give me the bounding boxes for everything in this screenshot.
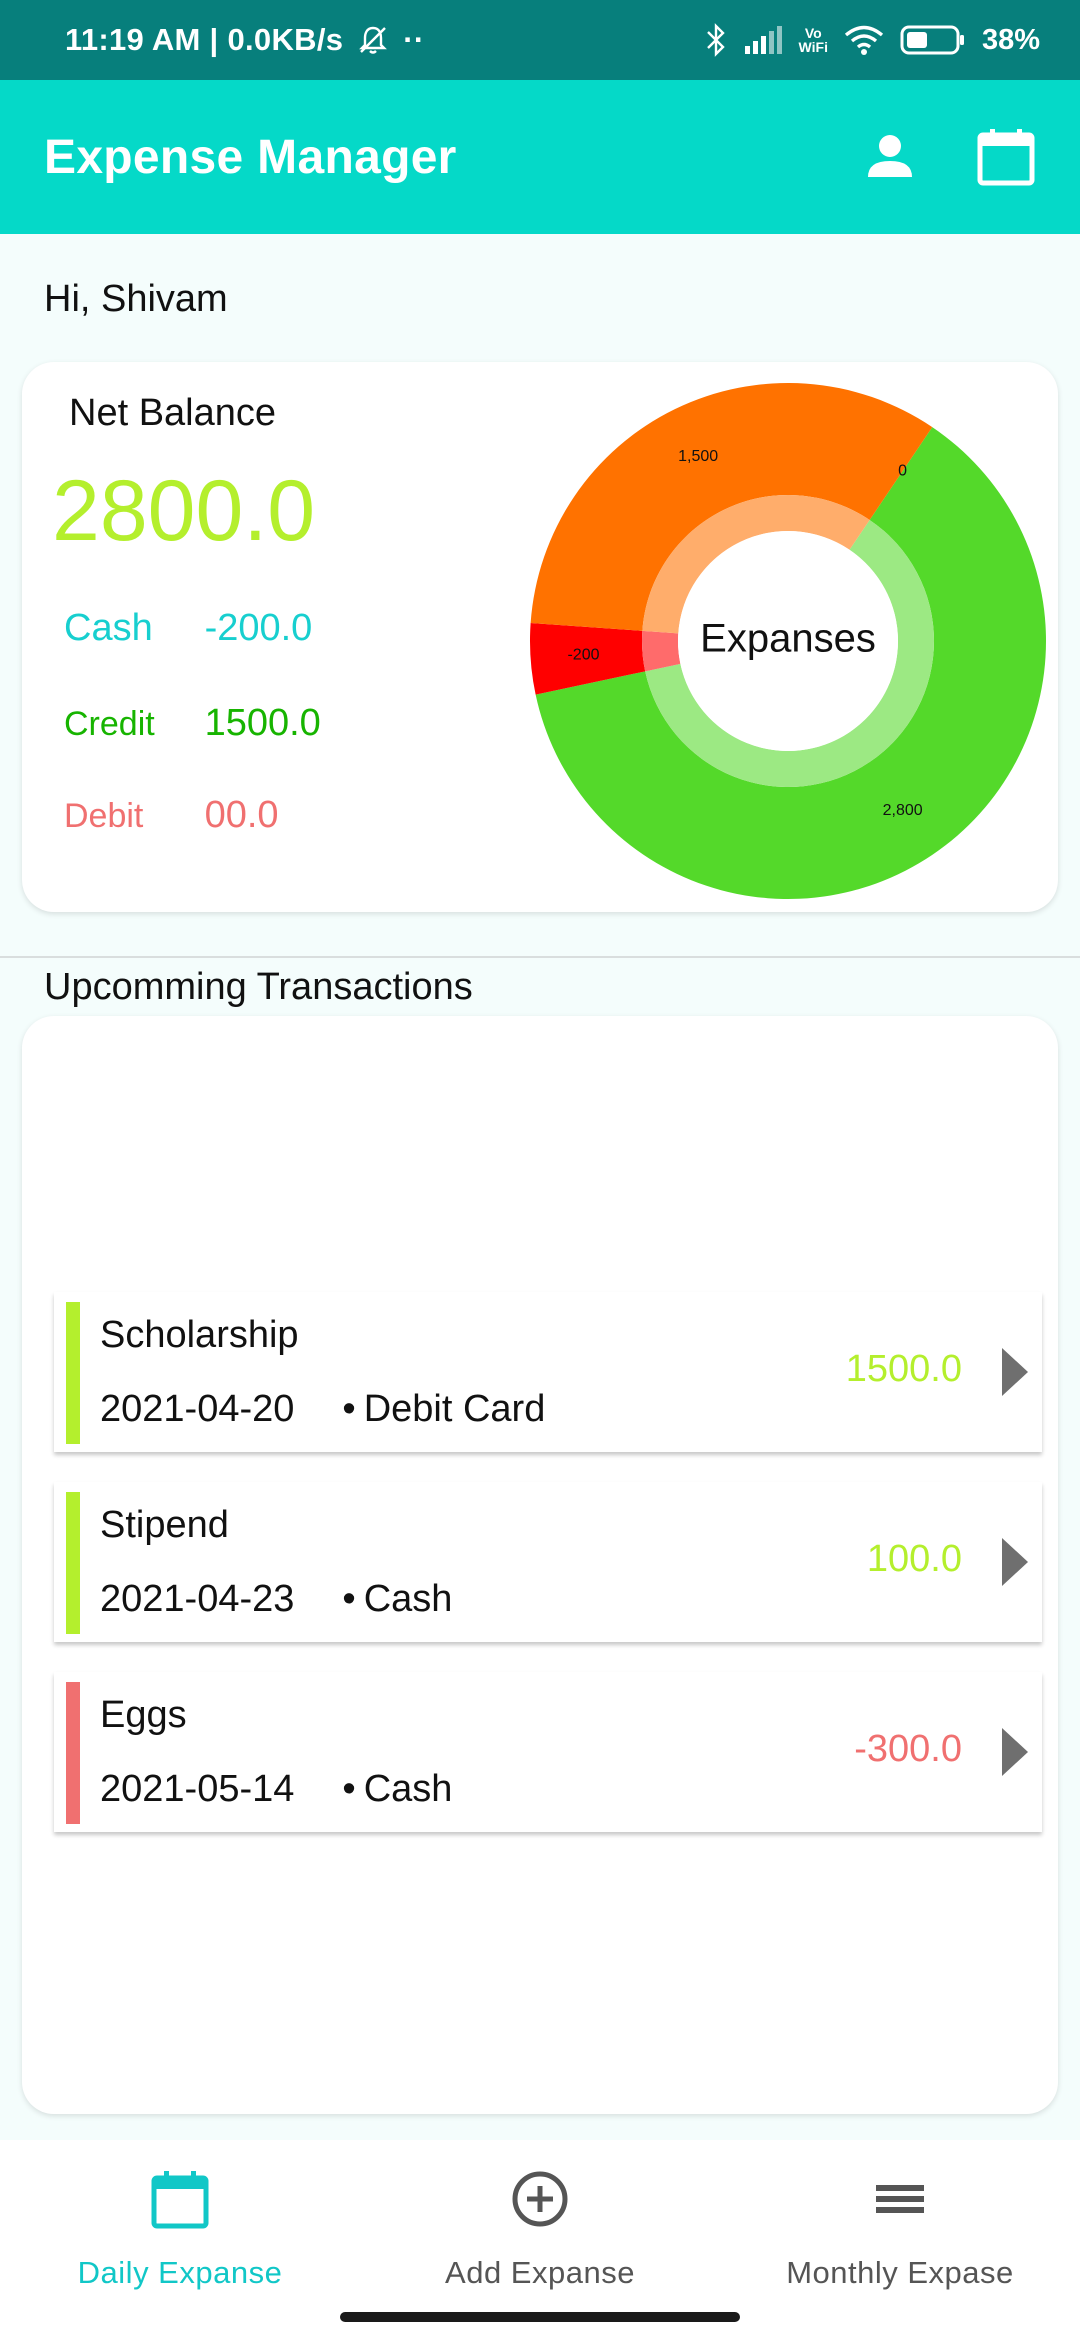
cash-value: -200.0 [204,607,313,649]
donut-center-label: Expanses [700,617,876,661]
signal-icon [744,26,782,54]
status-time-speed: 11:19 AM | 0.0KB/s [65,22,344,57]
bottom-navigation: Daily Expanse Add Expanse Monthly Expase [0,2140,1080,2340]
donut-slice-label: -200 [567,647,599,664]
transaction-date: 2021-04-23 [100,1578,295,1620]
transaction-meta: 2021-04-23 • Cash [100,1578,452,1621]
credit-row: Credit 1500.0 [64,702,321,745]
transaction-color-bar [66,1682,80,1824]
app-bar: Expense Manager [0,80,1080,234]
transaction-method: Debit Card [363,1388,546,1430]
chevron-right-icon[interactable] [1002,1538,1028,1586]
nav-add-expanse[interactable]: Add Expanse [360,2168,720,2291]
debit-label: Debit [64,797,144,835]
debit-value: 00.0 [204,794,279,836]
vowifi-top: Vo [804,25,822,41]
nav-label: Add Expanse [445,2255,635,2290]
transaction-name: Stipend [100,1504,229,1546]
calendar-icon[interactable] [976,127,1036,187]
status-bar: 11:19 AM | 0.0KB/s ·· Vo WiFi 38% [0,0,1080,80]
cash-row: Cash -200.0 [64,607,312,650]
cash-label: Cash [64,607,153,649]
home-indicator[interactable] [340,2312,740,2322]
person-icon[interactable] [864,131,916,183]
chevron-right-icon[interactable] [1002,1348,1028,1396]
mute-bell-icon [359,26,388,54]
transaction-date: 2021-04-20 [100,1388,295,1430]
chevron-right-icon[interactable] [1002,1728,1028,1776]
upcoming-transactions-card: Scholarship 2021-04-20 • Debit Card 1500.0… [22,1016,1058,2114]
balance-card: Net Balance 2800.0 Cash -200.0 Credit 15… [22,362,1058,912]
transaction-item[interactable]: Scholarship 2021-04-20 • Debit Card 1500.0 [54,1292,1042,1452]
transaction-item[interactable]: Stipend 2021-04-23 • Cash 100.0 [54,1482,1042,1642]
wifi-icon [844,25,884,55]
transaction-meta: 2021-04-20 • Debit Card [100,1388,545,1431]
list-icon [876,2185,924,2213]
bullet-dot: • [342,1388,356,1430]
transaction-meta: 2021-05-14 • Cash [100,1768,452,1811]
transaction-name: Eggs [100,1694,187,1736]
bullet-dot: • [342,1768,356,1810]
battery-icon [900,25,964,55]
upcoming-title: Upcomming Transactions [44,966,473,1008]
debit-row: Debit 00.0 [64,794,279,837]
net-balance-title: Net Balance [69,392,277,434]
add-circle-icon [512,2171,568,2227]
transaction-name: Scholarship [100,1314,299,1356]
transaction-amount: 100.0 [866,1538,962,1580]
credit-value: 1500.0 [204,702,321,744]
greeting: Hi, Shivam [44,278,228,320]
vowifi-indicator: Vo WiFi [799,26,828,54]
app-title: Expense Manager [44,130,457,184]
expenses-donut-chart[interactable]: 2,800 -200 1,500 0 Expanses [522,376,1054,906]
nav-monthly-expase[interactable]: Monthly Expase [720,2168,1080,2291]
vowifi-bottom: WiFi [798,39,828,55]
status-dots: ·· [403,22,425,57]
nav-label: Daily Expanse [77,2255,283,2290]
transaction-amount: 1500.0 [845,1348,962,1390]
section-divider [0,956,1080,958]
donut-slice-label: 2,800 [883,802,923,819]
credit-label: Credit [64,705,155,743]
transaction-item[interactable]: Eggs 2021-05-14 • Cash -300.0 [54,1672,1042,1832]
bluetooth-icon [706,23,725,57]
nav-daily-expanse[interactable]: Daily Expanse [0,2168,360,2291]
battery-percent: 38% [981,23,1040,56]
transaction-amount: -300.0 [854,1728,962,1770]
transaction-method: Cash [363,1768,453,1810]
transaction-color-bar [66,1302,80,1444]
transaction-date: 2021-05-14 [100,1768,295,1810]
donut-slice-label: 1,500 [678,448,718,465]
donut-slice-label: 0 [898,462,907,479]
bullet-dot: • [342,1578,356,1620]
calendar-icon [151,2171,209,2229]
transaction-color-bar [66,1492,80,1634]
net-balance-value: 2800.0 [52,463,316,559]
transaction-method: Cash [363,1578,453,1620]
nav-label: Monthly Expase [786,2255,1014,2290]
